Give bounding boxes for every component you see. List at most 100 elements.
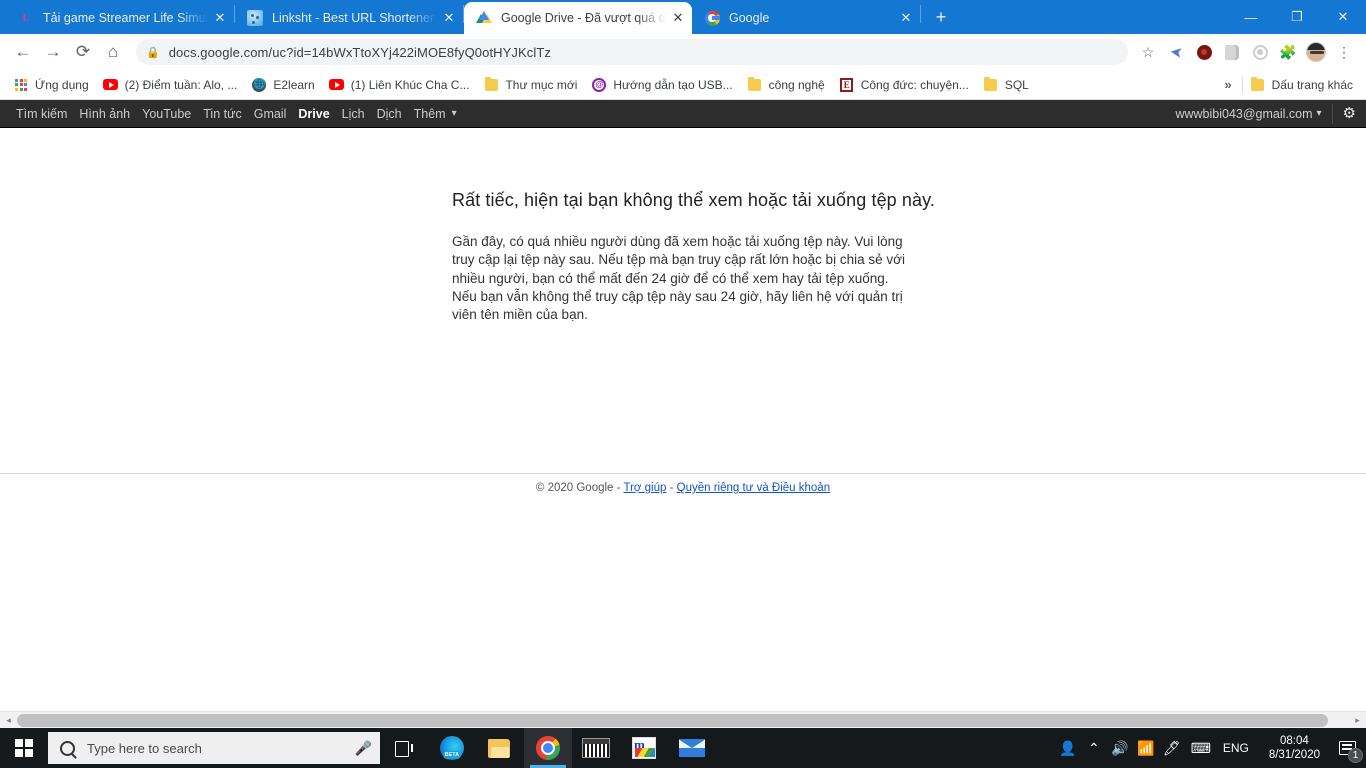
bookmark-item-7[interactable]: E Công đức: chuyện... [832, 74, 976, 96]
bookmark-item-3[interactable]: (1) Liên Khúc Cha C... [322, 74, 477, 96]
browser-tab-2[interactable]: Linksht - Best URL Shortener To E ✕ [235, 2, 463, 34]
e-box-icon: E [839, 77, 855, 93]
letter-l-icon: L [18, 10, 34, 26]
bookmark-apps[interactable]: Ứng dụng [6, 74, 96, 96]
taskbar-app-piano[interactable] [572, 728, 620, 768]
tab-close-button[interactable]: ✕ [668, 8, 688, 28]
bookmark-item-4[interactable]: Thư mục mới [476, 74, 584, 96]
google-icon [704, 10, 720, 26]
bookmarks-overflow-button[interactable]: » [1214, 77, 1241, 92]
tab-close-button[interactable]: ✕ [210, 8, 230, 28]
privacy-terms-link[interactable]: Quyền riêng tư và Điều khoản [677, 482, 830, 494]
grey-circle-extension-icon[interactable] [1246, 38, 1274, 66]
bookmark-item-2[interactable]: 🌐 E2learn [244, 74, 321, 96]
wifi-icon[interactable]: 📶 [1133, 728, 1159, 768]
google-drive-icon [476, 10, 492, 26]
pen-icon[interactable]: 🖊 [1159, 728, 1185, 768]
horizontal-scrollbar[interactable]: ◂ ▸ [0, 711, 1366, 728]
gbar-link-calendar[interactable]: Lịch [336, 100, 371, 128]
gear-icon[interactable]: ⚙ [1332, 104, 1356, 124]
gbar-link-images[interactable]: Hình ảnh [73, 100, 136, 128]
gbar-link-drive[interactable]: Drive [292, 100, 335, 128]
tab-close-button[interactable]: ✕ [439, 8, 459, 28]
cursor-extension-icon[interactable]: ➤ [1162, 38, 1190, 66]
office-extension-icon[interactable] [1218, 38, 1246, 66]
bookmark-item-5[interactable]: @ Hướng dẫn tạo USB... [584, 74, 739, 96]
clock[interactable]: 08:04 8/31/2020 [1259, 734, 1330, 762]
gbar-link-more[interactable]: Thêm [408, 100, 452, 128]
bookmark-label: Hướng dẫn tạo USB... [613, 77, 732, 93]
start-button[interactable] [0, 728, 48, 768]
puzzle-icon[interactable]: 🧩 [1274, 38, 1302, 66]
maximize-button[interactable]: ❐ [1274, 0, 1320, 34]
taskbar-app-chrome[interactable] [524, 728, 572, 768]
language-indicator[interactable]: ENG [1217, 741, 1259, 755]
taskbar-search-box[interactable]: Type here to search 🎤 [48, 732, 380, 764]
page-title: Rất tiếc, hiện tại bạn không thể xem hoặ… [452, 190, 1366, 211]
tab-close-button[interactable]: ✕ [896, 8, 916, 28]
gbar-link-search[interactable]: Tìm kiếm [10, 100, 73, 128]
globe-icon: 🌐 [251, 77, 267, 93]
browser-tab-3-active[interactable]: Google Drive - Đã vượt quá dung ✕ [464, 2, 692, 34]
apps-grid-icon [13, 77, 29, 93]
back-button[interactable]: ← [8, 37, 38, 67]
red-dot-extension-icon[interactable] [1190, 38, 1218, 66]
taskbar-app-edge[interactable] [428, 728, 476, 768]
browser-tab-4[interactable]: Google ✕ [692, 2, 920, 34]
close-window-button[interactable]: ✕ [1320, 0, 1366, 34]
chrome-browser-window: L Tải game Streamer Life Simulator ✕ Lin… [0, 0, 1366, 728]
account-chevron-down-icon[interactable]: ▾ [1317, 108, 1332, 119]
avatar[interactable] [1302, 38, 1330, 66]
account-email[interactable]: wwwbibi043@gmail.com [1175, 107, 1316, 121]
scrollbar-track[interactable] [17, 712, 1349, 729]
at-circle-icon: @ [591, 77, 607, 93]
minimize-button[interactable]: — [1228, 0, 1274, 34]
bookmark-label: SQL [1005, 77, 1029, 93]
help-link[interactable]: Trợ giúp [623, 482, 666, 494]
scrollbar-thumb[interactable] [17, 714, 1328, 727]
microphone-icon[interactable]: 🎤 [355, 740, 372, 757]
taskbar-app-multimedia[interactable] [620, 728, 668, 768]
keyboard-icon[interactable]: ⌨ [1185, 728, 1217, 768]
scroll-left-arrow-icon[interactable]: ◂ [0, 712, 17, 729]
other-bookmarks-button[interactable]: Dấu trang khác [1243, 74, 1360, 96]
chrome-menu-button[interactable]: ⋮ [1330, 38, 1358, 66]
scroll-right-arrow-icon[interactable]: ▸ [1349, 712, 1366, 729]
bookmark-item-1[interactable]: (2) Điểm tuần: Alo, ... [96, 74, 245, 96]
people-icon[interactable]: 👤 [1055, 728, 1081, 768]
footer-divider [0, 473, 1366, 474]
bookmark-star-icon[interactable]: ☆ [1134, 38, 1162, 66]
bookmark-label: Công đức: chuyện... [861, 77, 969, 93]
notification-count-badge: 1 [1348, 748, 1363, 763]
new-tab-button[interactable]: + [927, 3, 955, 31]
google-chrome-icon [536, 736, 560, 760]
gbar-link-translate[interactable]: Dịch [371, 100, 408, 128]
home-button[interactable]: ⌂ [98, 37, 128, 67]
bookmark-item-6[interactable]: công nghệ [740, 74, 832, 96]
reload-button[interactable]: ⟳ [68, 37, 98, 67]
notification-center-button[interactable]: 1 [1330, 728, 1364, 768]
address-bar[interactable]: 🔒 docs.google.com/uc?id=14bWxTtoXYj422iM… [136, 39, 1128, 65]
speaker-icon[interactable]: 🔊 [1107, 728, 1133, 768]
taskbar-app-mail[interactable] [668, 728, 716, 768]
mail-icon [679, 739, 705, 757]
browser-tab-1[interactable]: L Tải game Streamer Life Simulator ✕ [6, 2, 234, 34]
error-content: Rất tiếc, hiện tại bạn không thể xem hoặ… [0, 128, 1366, 324]
taskbar-app-file-explorer[interactable] [476, 728, 524, 768]
youtube-icon [329, 77, 345, 93]
tab-title: Google Drive - Đã vượt quá dung [501, 10, 666, 26]
bookmark-item-8[interactable]: SQL [976, 74, 1036, 96]
chevron-down-icon[interactable]: ▾ [452, 108, 467, 119]
clock-date: 8/31/2020 [1269, 748, 1320, 762]
show-hidden-icons-button[interactable]: ⌃ [1081, 728, 1107, 768]
forward-button[interactable]: → [38, 37, 68, 67]
gbar-link-news[interactable]: Tin tức [197, 100, 247, 128]
task-view-button[interactable] [380, 728, 428, 768]
google-top-nav-bar: Tìm kiếm Hình ảnh YouTube Tin tức Gmail … [0, 100, 1366, 128]
gbar-link-gmail[interactable]: Gmail [248, 100, 293, 128]
bookmark-label: Ứng dụng [35, 77, 89, 93]
bookmark-label: E2learn [273, 77, 314, 93]
gbar-link-youtube[interactable]: YouTube [136, 100, 197, 128]
folder-icon [483, 77, 499, 93]
window-controls: — ❐ ✕ [1228, 0, 1366, 34]
